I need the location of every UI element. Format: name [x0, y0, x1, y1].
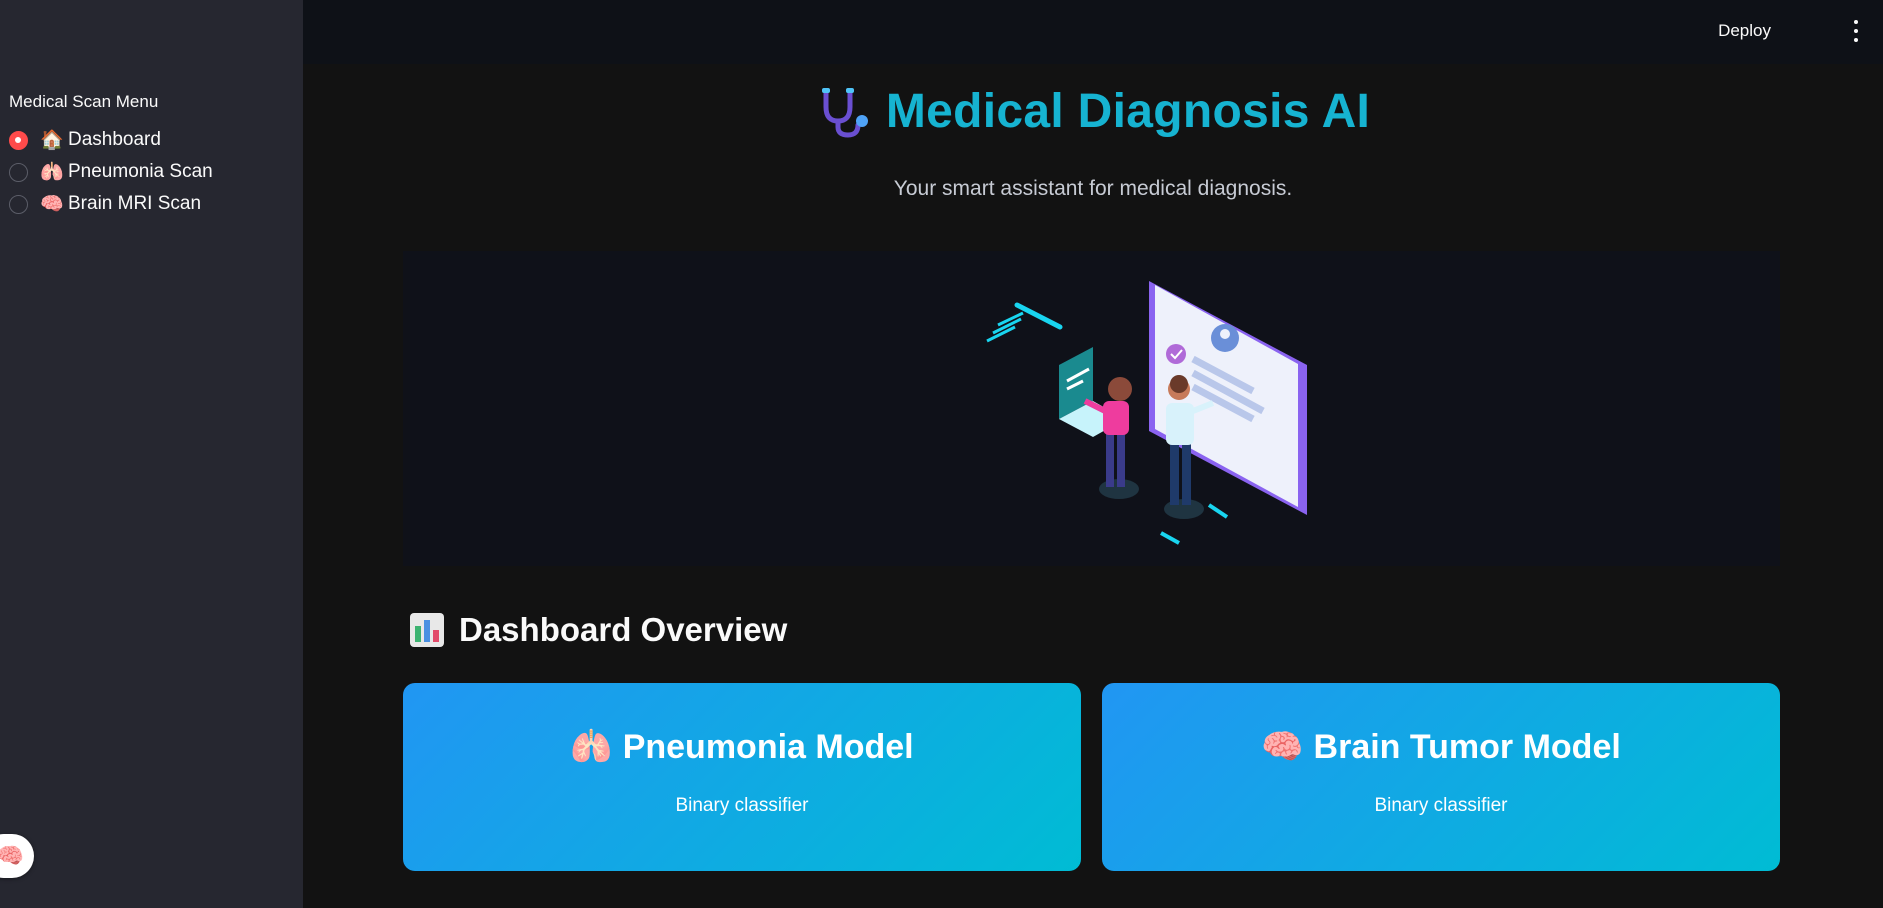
kebab-dot [1854, 29, 1858, 33]
scan-menu-radio-group: 🏠 Dashboard 🫁 Pneumonia Scan 🧠 Brain MRI… [9, 124, 213, 220]
radio-option-dashboard[interactable]: 🏠 Dashboard [9, 124, 213, 156]
card-description: Binary classifier [1374, 795, 1508, 816]
card-title-row: 🧠 Brain Tumor Model [1102, 727, 1780, 767]
radio-label-dashboard: Dashboard [68, 129, 161, 150]
bar-chart-icon [410, 613, 444, 647]
section-heading: Dashboard Overview [409, 611, 787, 649]
page-title-row: Medical Diagnosis AI [303, 84, 1883, 139]
house-icon: 🏠 [40, 130, 64, 151]
radio-button[interactable] [9, 194, 28, 214]
card-description: Binary classifier [675, 795, 809, 816]
kebab-dot [1854, 38, 1858, 42]
pneumonia-model-card[interactable]: 🫁 Pneumonia Model Binary classifier [403, 683, 1081, 871]
brain-tumor-model-card[interactable]: 🧠 Brain Tumor Model Binary classifier [1102, 683, 1780, 871]
brain-icon: 🧠 [40, 194, 64, 215]
radio-button-selected[interactable] [9, 130, 28, 150]
brain-icon: 🧠 [1261, 728, 1304, 766]
medical-consultation-illustration [986, 281, 1307, 545]
card-title: Pneumonia Model [622, 727, 914, 766]
lungs-icon: 🫁 [570, 728, 613, 766]
radio-button[interactable] [9, 162, 28, 182]
hero-illustration [403, 251, 1780, 566]
page-subtitle: Your smart assistant for medical diagnos… [893, 177, 1293, 200]
app-root: Medical Scan Menu 🏠 Dashboard 🫁 Pneumoni… [0, 0, 1883, 908]
sidebar: Medical Scan Menu 🏠 Dashboard 🫁 Pneumoni… [0, 0, 303, 908]
main-content: Medical Diagnosis AI Your smart assistan… [303, 64, 1883, 908]
radio-option-pneumonia-scan[interactable]: 🫁 Pneumonia Scan [9, 156, 213, 188]
kebab-menu-icon[interactable] [1851, 20, 1861, 42]
top-header: Deploy [303, 0, 1883, 64]
brain-icon: 🧠 [0, 843, 24, 868]
card-title-row: 🫁 Pneumonia Model [403, 727, 1081, 767]
deploy-button[interactable]: Deploy [1714, 19, 1775, 43]
page-title: Medical Diagnosis AI [885, 85, 1371, 138]
card-title: Brain Tumor Model [1313, 727, 1621, 766]
radio-option-brain-mri-scan[interactable]: 🧠 Brain MRI Scan [9, 188, 213, 220]
lungs-icon: 🫁 [40, 162, 64, 183]
stethoscope-icon [821, 87, 868, 138]
section-title: Dashboard Overview [459, 611, 788, 648]
sidebar-title: Medical Scan Menu [9, 92, 159, 111]
app-badge-button[interactable]: 🧠 [0, 834, 34, 878]
radio-label-pneumonia-scan: Pneumonia Scan [68, 161, 213, 182]
kebab-dot [1854, 20, 1858, 24]
radio-label-brain-mri-scan: Brain MRI Scan [68, 193, 202, 214]
